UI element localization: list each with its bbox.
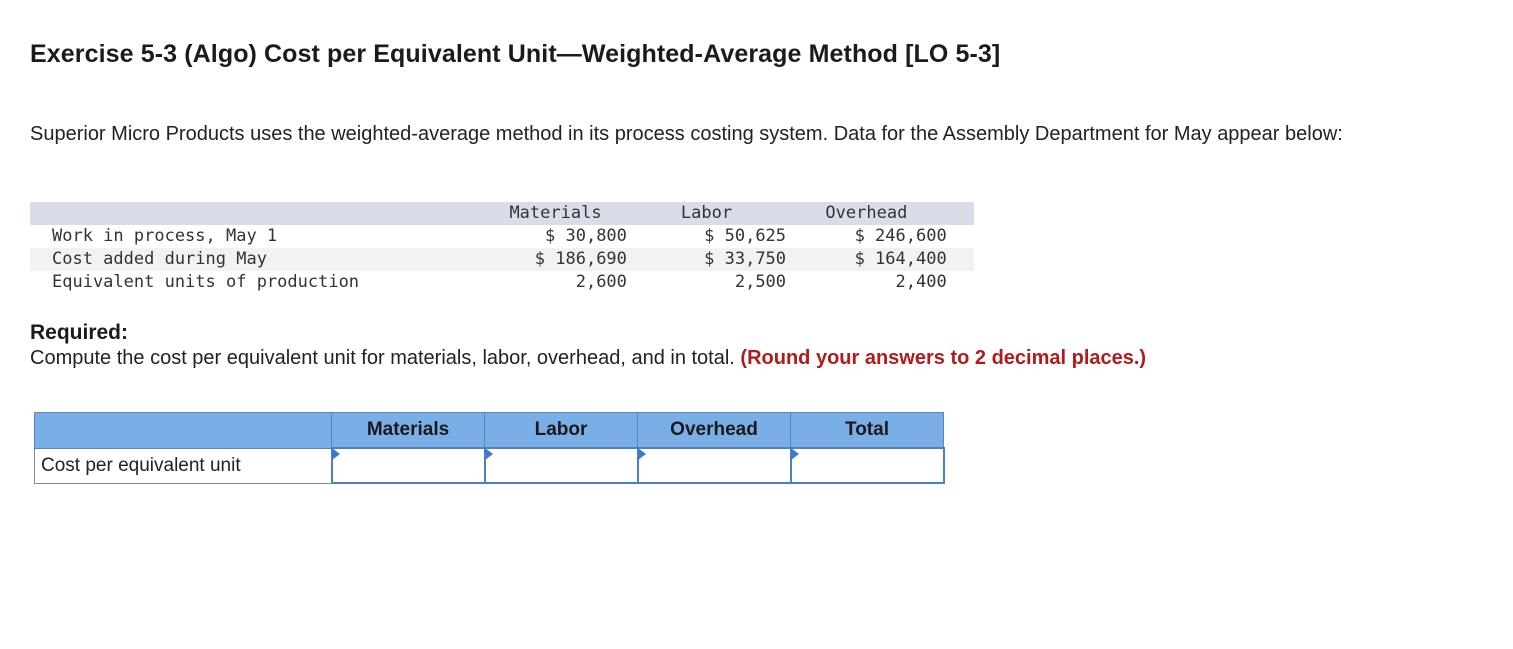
answer-row: Cost per equivalent unit <box>34 447 945 484</box>
required-text: Compute the cost per equivalent unit for… <box>30 347 1146 370</box>
overhead-answer-cell <box>636 447 792 484</box>
data-row-label: Work in process, May 1 <box>52 226 278 246</box>
materials-answer-cell <box>330 447 486 484</box>
materials-answer-input[interactable] <box>332 449 484 482</box>
required-instruction: Compute the cost per equivalent unit for… <box>30 347 735 369</box>
data-cell: 2,500 <box>734 272 787 292</box>
data-row-equivalent-units: Equivalent units of production 2,600 2,5… <box>30 271 974 294</box>
data-row-label: Equivalent units of production <box>52 272 360 292</box>
answer-header-materials: Materials <box>331 412 485 449</box>
required-heading: Required: <box>30 321 129 344</box>
data-row-wip: Work in process, May 1 $ 30,800 $ 50,625… <box>30 225 974 248</box>
data-cell: $ 246,600 <box>854 226 947 246</box>
answer-header-total: Total <box>790 412 944 449</box>
data-header-materials: Materials <box>484 202 627 225</box>
input-marker-icon <box>637 448 646 460</box>
overhead-answer-input[interactable] <box>638 449 790 482</box>
data-cell: $ 50,625 <box>704 226 787 246</box>
answer-table: Materials Labor Overhead Total Cost per … <box>34 412 945 484</box>
exercise-title: Exercise 5-3 (Algo) Cost per Equivalent … <box>30 40 1001 68</box>
answer-header-row: Materials Labor Overhead Total <box>34 412 944 449</box>
data-cell: $ 164,400 <box>786 248 947 271</box>
data-cell: 2,600 <box>575 272 627 292</box>
data-cell: $ 186,690 <box>484 248 627 271</box>
labor-answer-cell <box>483 447 639 484</box>
data-header-row: Materials Labor Overhead <box>30 202 974 225</box>
data-row-cost-added: Cost added during May $ 186,690 $ 33,750… <box>30 248 974 271</box>
intro-paragraph: Superior Micro Products uses the weighte… <box>30 123 1343 145</box>
input-marker-icon <box>331 448 340 460</box>
total-answer-input[interactable] <box>791 449 943 482</box>
data-row-label: Cost added during May <box>30 248 485 271</box>
answer-row-label: Cost per equivalent unit <box>34 447 332 484</box>
data-header-labor: Labor <box>626 202 787 225</box>
rounding-note: (Round your answers to 2 decimal places.… <box>740 347 1147 369</box>
input-marker-icon <box>790 448 799 460</box>
data-cell: $ 33,750 <box>626 248 787 271</box>
labor-answer-input[interactable] <box>485 449 637 482</box>
total-answer-cell <box>789 447 945 484</box>
answer-header-labor: Labor <box>484 412 638 449</box>
data-cell: $ 30,800 <box>545 226 627 246</box>
data-header-overhead: Overhead <box>786 202 947 225</box>
data-cell: 2,400 <box>895 272 947 292</box>
cost-data-table: Materials Labor Overhead Work in process… <box>30 202 974 294</box>
input-marker-icon <box>484 448 493 460</box>
answer-header-overhead: Overhead <box>637 412 791 449</box>
